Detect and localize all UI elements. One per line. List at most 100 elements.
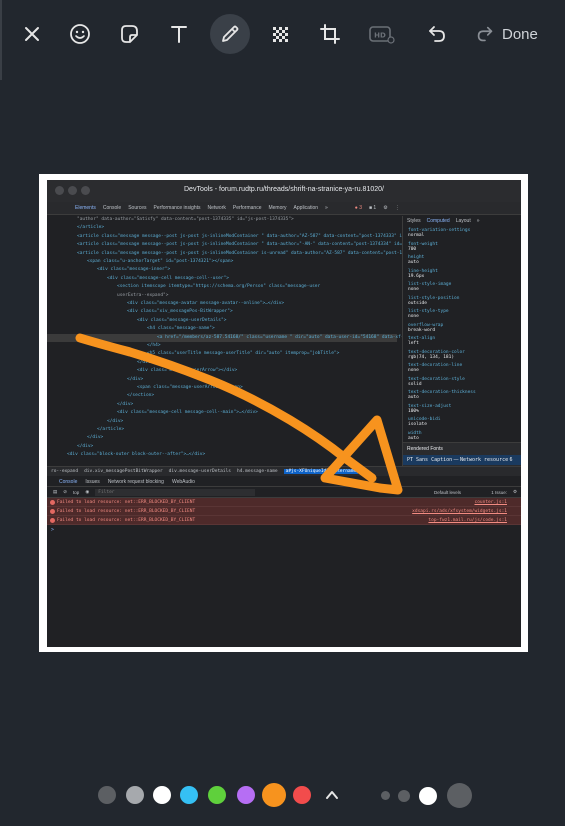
- computed-prop[interactable]: list-style-image none: [408, 282, 451, 292]
- breadcrumb-item[interactable]: div.xiv_messagePostBitWrapper: [84, 469, 163, 474]
- dom-node-line[interactable]: <div class="message-userDetails">: [47, 317, 397, 325]
- breadcrumb-item[interactable]: div.message-userDetails: [169, 469, 231, 474]
- computed-prop[interactable]: list-style-position outside: [408, 296, 459, 306]
- pen-button[interactable]: [210, 14, 250, 54]
- computed-prop[interactable]: font-weight 700: [408, 242, 438, 252]
- dom-node-line[interactable]: <article class="message message--post js…: [47, 241, 481, 249]
- chevron-up-icon[interactable]: [323, 786, 341, 804]
- computed-prop[interactable]: text-align left: [408, 336, 435, 346]
- brush-size-small[interactable]: [381, 791, 390, 800]
- color-swatch[interactable]: [126, 786, 144, 804]
- dom-node-line[interactable]: <div class="message-userArrow"></div>: [47, 367, 397, 375]
- computed-prop[interactable]: text-size-adjust 100%: [408, 404, 451, 414]
- breadcrumb-item[interactable]: h4.message-name: [237, 469, 278, 474]
- dom-node-line[interactable]: </div>: [47, 418, 397, 426]
- emoji-button[interactable]: [60, 14, 100, 54]
- dom-node-line[interactable]: </div>: [47, 443, 397, 451]
- devtools-tab[interactable]: Console: [103, 205, 121, 211]
- breadcrumb-item[interactable]: ro--expand: [51, 469, 78, 474]
- computed-prop[interactable]: font-variation-settings normal: [408, 228, 470, 238]
- dom-node-line[interactable]: </article>: [47, 224, 397, 232]
- dom-node-line[interactable]: </div>: [47, 434, 397, 442]
- dom-node-line[interactable]: <span class="u-anchorTarget" id="post-13…: [47, 258, 397, 266]
- dom-node-line[interactable]: <div class="message-cell message-cell--u…: [47, 275, 397, 283]
- breadcrumb-item[interactable]: a#js-XFUniqueId29.username: [283, 469, 359, 474]
- color-swatch[interactable]: [208, 786, 226, 804]
- drawer-tab[interactable]: Console: [59, 479, 77, 485]
- color-swatch[interactable]: [180, 786, 198, 804]
- console-prompt[interactable]: >: [47, 525, 521, 535]
- dom-node-line[interactable]: <div class="message-cell message-cell--m…: [47, 409, 397, 417]
- computed-prop[interactable]: text-decoration-line none: [408, 363, 462, 373]
- more-tabs-button[interactable]: »: [325, 205, 328, 211]
- dom-node-line[interactable]: <div class="message-inner">: [47, 266, 397, 274]
- computed-prop[interactable]: list-style-type none: [408, 309, 449, 319]
- computed-prop[interactable]: unicode-bidi isolate: [408, 417, 441, 427]
- devtools-tab[interactable]: Application: [294, 205, 318, 211]
- side-tab[interactable]: Layout: [456, 218, 471, 224]
- devtools-settings-icon[interactable]: ⚙: [383, 205, 387, 211]
- side-tab[interactable]: Styles: [407, 218, 421, 224]
- issue-count-badge[interactable]: ■ 1: [369, 205, 376, 211]
- default-levels-select[interactable]: Default levels: [434, 490, 461, 495]
- text-button[interactable]: [159, 14, 199, 54]
- console-settings-icon[interactable]: ⚙: [513, 489, 517, 495]
- dom-node-line[interactable]: <div class="block-outer block-outer--aft…: [47, 451, 397, 459]
- dom-node-line[interactable]: userExtra--expand">: [47, 292, 397, 300]
- dom-node-line[interactable]: </div>: [47, 401, 397, 409]
- done-button[interactable]: Done: [502, 26, 538, 43]
- computed-prop[interactable]: height auto: [408, 255, 424, 265]
- context-select[interactable]: top: [73, 490, 79, 495]
- drawer-tab[interactable]: WebAudio: [172, 479, 195, 485]
- computed-prop[interactable]: text-decoration-style solid: [408, 377, 465, 387]
- side-tab[interactable]: »: [477, 218, 480, 224]
- computed-prop[interactable]: line-height 19.6px: [408, 269, 438, 279]
- color-swatch[interactable]: [262, 783, 286, 807]
- redo-icon[interactable]: [474, 23, 496, 45]
- devtools-tab[interactable]: Performance insights: [154, 205, 201, 211]
- side-tab[interactable]: Computed: [427, 218, 450, 224]
- dom-node-line[interactable]: <article class="message message--post js…: [47, 233, 486, 241]
- console-error-source[interactable]: xdsapi.rs/ads/xfsystem/widgets.js:1: [412, 507, 507, 516]
- dom-node-line[interactable]: <section itemscope itemtype="https://sch…: [47, 283, 397, 291]
- devtools-tab[interactable]: Memory: [268, 205, 286, 211]
- color-swatch[interactable]: [98, 786, 116, 804]
- crop-button[interactable]: [310, 14, 350, 54]
- dom-node-line[interactable]: </div>: [47, 376, 397, 384]
- color-swatch[interactable]: [237, 786, 255, 804]
- devtools-tab[interactable]: Performance: [233, 205, 262, 211]
- sidebar-toggle-icon[interactable]: ▤: [53, 489, 57, 495]
- hd-quality-button[interactable]: HD: [362, 14, 402, 54]
- dom-node-line[interactable]: <a href="/members/az-587.54168/" class="…: [47, 333, 521, 342]
- console-error-source[interactable]: counter.js:1: [474, 498, 507, 507]
- dom-node-line[interactable]: </section>: [47, 392, 397, 400]
- brush-size-x-large[interactable]: [447, 783, 472, 808]
- dom-node-line[interactable]: "author" data-author="Satisfy" data-cont…: [47, 216, 397, 224]
- edited-image[interactable]: DevTools - forum.rudtp.ru/threads/shrift…: [39, 174, 528, 652]
- drawer-tab[interactable]: Issues: [85, 479, 99, 485]
- clear-console-icon[interactable]: ⊘: [63, 489, 67, 495]
- drawer-tab[interactable]: Network request blocking: [108, 479, 164, 485]
- brush-size-large[interactable]: [419, 787, 437, 805]
- eye-icon[interactable]: ◉: [85, 489, 89, 495]
- dom-node-line[interactable]: <h5 class="userTitle message-userTitle" …: [47, 350, 397, 358]
- blur-button[interactable]: [260, 14, 300, 54]
- devtools-tab[interactable]: Elements: [75, 205, 96, 211]
- brush-size-medium[interactable]: [398, 790, 410, 802]
- computed-prop[interactable]: overflow-wrap break-word: [408, 323, 443, 333]
- devtools-tab[interactable]: Sources: [128, 205, 146, 211]
- devtools-tab[interactable]: Network: [208, 205, 226, 211]
- dom-node-line[interactable]: <article class="message message--post js…: [47, 250, 481, 258]
- color-swatch[interactable]: [153, 786, 171, 804]
- color-swatch[interactable]: [293, 786, 311, 804]
- dom-node-line[interactable]: <div class="xiv_messagePos-BitWrapper">: [47, 308, 397, 316]
- issues-badge[interactable]: 1 Issue:: [491, 490, 507, 495]
- computed-prop[interactable]: width auto: [408, 431, 422, 441]
- dom-node-line[interactable]: <span class="message-userArrow"></span>: [47, 384, 397, 392]
- sticker-button[interactable]: [109, 14, 149, 54]
- undo-button[interactable]: [417, 14, 457, 54]
- devtools-menu-icon[interactable]: ⋮: [395, 205, 400, 211]
- dom-node-line[interactable]: </article>: [47, 426, 397, 434]
- elements-panel[interactable]: "author" data-author="Satisfy" data-cont…: [47, 216, 521, 466]
- computed-prop[interactable]: text-decoration-color rgb(74, 134, 181): [408, 350, 465, 360]
